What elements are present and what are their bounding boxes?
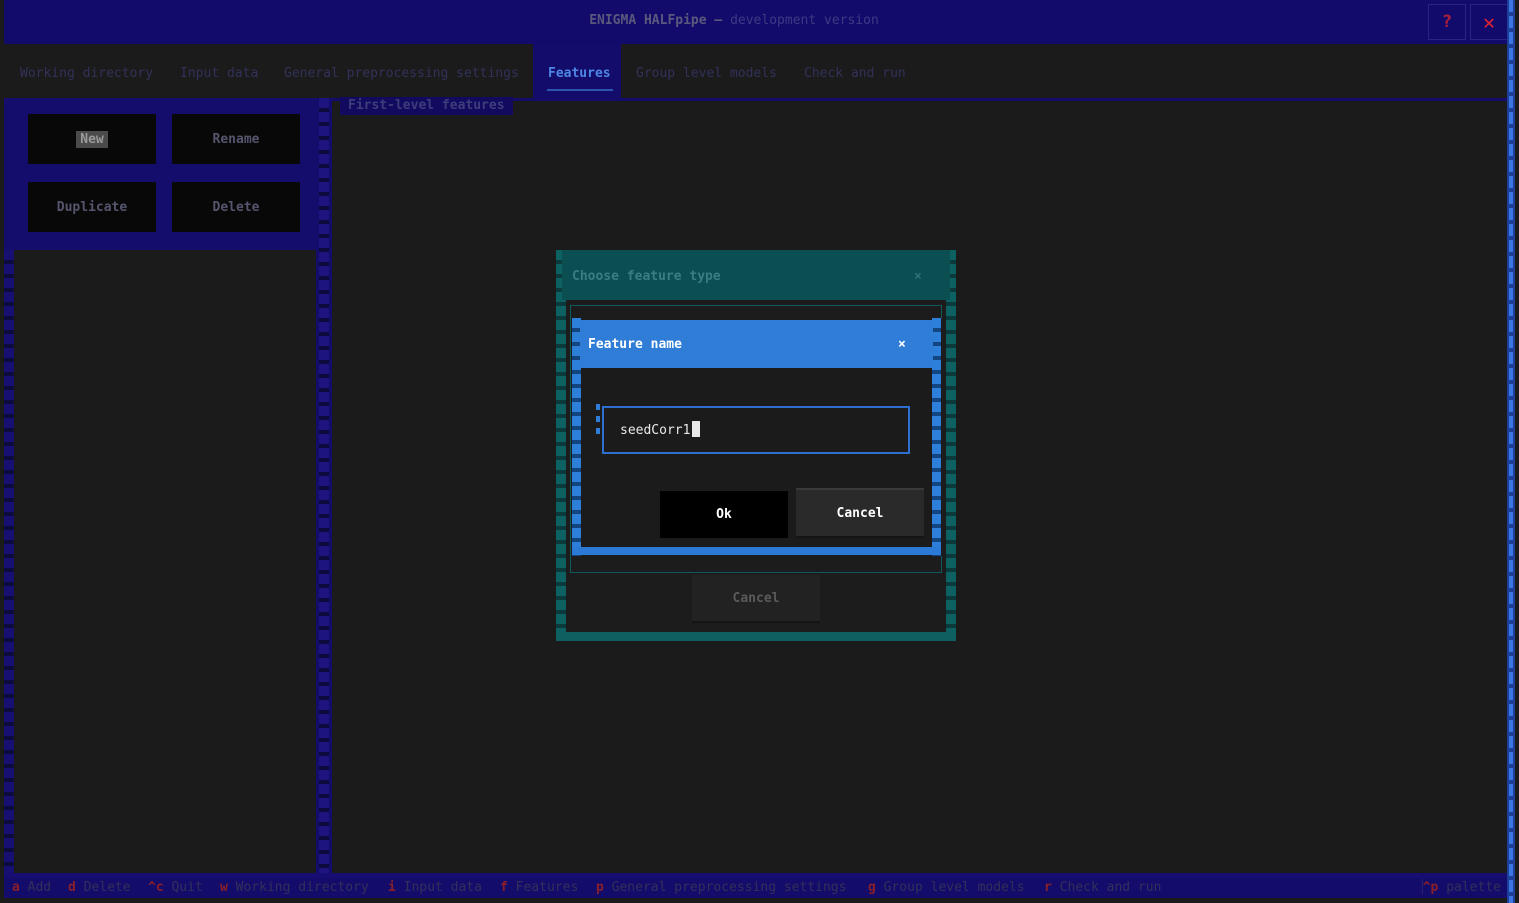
footer-binding-group-level-models[interactable]: g Group level models — [868, 878, 1025, 898]
ok-button[interactable]: Ok — [660, 488, 788, 538]
feature-name-field — [596, 404, 910, 454]
question-icon: ? — [1441, 12, 1453, 32]
inner-dialog-frame-right — [932, 318, 941, 556]
new-button[interactable]: New — [28, 114, 156, 164]
outer-dialog-frame-right — [946, 250, 956, 641]
cancel-button[interactable]: Cancel — [796, 488, 924, 538]
tab-features[interactable]: Features — [548, 66, 611, 81]
tab-check-and-run[interactable]: Check and run — [804, 66, 906, 81]
close-icon: ✕ — [1482, 10, 1496, 34]
tab-group-level-models[interactable]: Group level models — [636, 66, 777, 81]
delete-button[interactable]: Delete — [172, 182, 300, 232]
footer-binding-general-preprocessing[interactable]: p General preprocessing settings — [596, 878, 846, 898]
right-scroll-rail — [1507, 0, 1515, 903]
close-app-button[interactable]: ✕ — [1470, 4, 1508, 40]
outer-dialog-frame-bottom — [556, 632, 956, 641]
footer-binding-features[interactable]: f Features — [500, 878, 578, 898]
feature-name-input[interactable] — [620, 408, 900, 452]
app-subtitle: development version — [730, 13, 879, 28]
panel-divider-scrollbar[interactable] — [316, 98, 332, 873]
active-tab-underline — [547, 89, 613, 91]
inner-dialog-frame-bottom — [572, 547, 941, 555]
footer-binding-input-data[interactable]: i Input data — [388, 878, 482, 898]
footer-binding-delete[interactable]: d Delete — [68, 878, 131, 898]
close-icon[interactable]: × — [898, 337, 906, 352]
footer-binding-add[interactable]: a Add — [12, 878, 51, 898]
footer-binding-check-and-run[interactable]: r Check and run — [1044, 878, 1161, 898]
tab-input-data[interactable]: Input data — [180, 66, 258, 81]
tab-working-directory[interactable]: Working directory — [20, 66, 153, 81]
feature-list-scrollbar[interactable] — [4, 250, 14, 873]
rename-button[interactable]: Rename — [172, 114, 300, 164]
outer-dialog-frame-left — [556, 250, 566, 641]
footer-binding-palette[interactable]: ▕^p palette — [1415, 878, 1501, 898]
footer-binding-working-directory[interactable]: w Working directory — [220, 878, 369, 898]
help-button[interactable]: ? — [1428, 4, 1466, 40]
tab-general-preprocessing[interactable]: General preprocessing settings — [284, 66, 519, 81]
close-icon[interactable]: × — [914, 269, 922, 284]
footer-binding-quit[interactable]: ^c Quit — [148, 878, 203, 898]
app-title: ENIGMA HALFpipe — development version — [589, 13, 879, 28]
text-cursor — [692, 421, 700, 437]
section-label-first-level-features: First-level features — [340, 97, 513, 115]
key-bindings-footer: a Add d Delete ^c Quit w Working directo… — [4, 878, 1507, 898]
inner-dialog-title: Feature name — [588, 337, 682, 352]
outer-cancel-button[interactable]: Cancel — [692, 575, 820, 623]
app-header: ENIGMA HALFpipe — development version ? … — [4, 0, 1515, 44]
duplicate-button[interactable]: Duplicate — [28, 182, 156, 232]
outer-dialog-title: Choose feature type — [572, 269, 721, 284]
